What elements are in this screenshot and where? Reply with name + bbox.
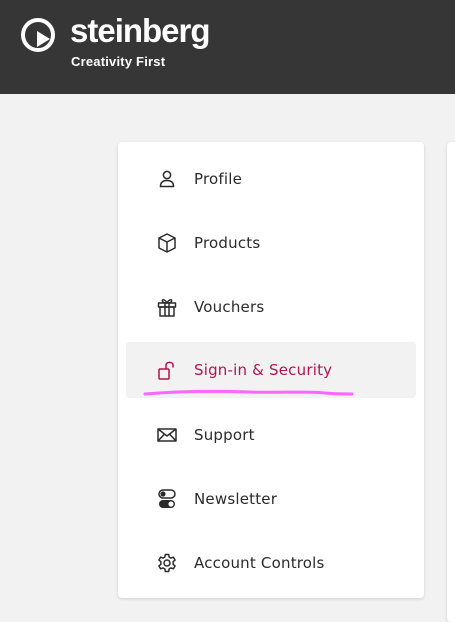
brand-tagline: Creativity First xyxy=(71,54,166,69)
brand-name: steinberg xyxy=(70,12,211,49)
menu-item-newsletter[interactable]: Newsletter xyxy=(126,471,416,527)
menu-item-support[interactable]: Support xyxy=(126,407,416,463)
user-icon xyxy=(156,168,178,190)
menu-item-label: Support xyxy=(194,426,255,444)
menu-item-products[interactable]: Products xyxy=(126,215,416,271)
gear-icon xyxy=(156,552,178,574)
menu-item-label: Products xyxy=(194,234,261,252)
menu-item-label: Account Controls xyxy=(194,554,325,572)
play-circle-icon xyxy=(21,18,55,52)
menu-item-label: Profile xyxy=(194,170,243,188)
menu-item-profile[interactable]: Profile xyxy=(126,151,416,207)
menu-item-vouchers[interactable]: Vouchers xyxy=(126,279,416,335)
menu-item-label: Vouchers xyxy=(194,298,265,316)
menu-item-label: Newsletter xyxy=(194,490,278,508)
highlight-underline xyxy=(143,389,354,396)
unlock-icon xyxy=(156,359,178,381)
menu-item-account-controls[interactable]: Account Controls xyxy=(126,535,416,591)
gift-icon xyxy=(156,296,178,318)
site-header: steinberg Creativity First xyxy=(0,0,455,94)
toggles-icon xyxy=(156,488,178,510)
content-panel-edge xyxy=(447,142,455,622)
box-icon xyxy=(156,232,178,254)
mail-icon xyxy=(156,424,178,446)
menu-item-label: Sign-in & Security xyxy=(194,361,333,379)
